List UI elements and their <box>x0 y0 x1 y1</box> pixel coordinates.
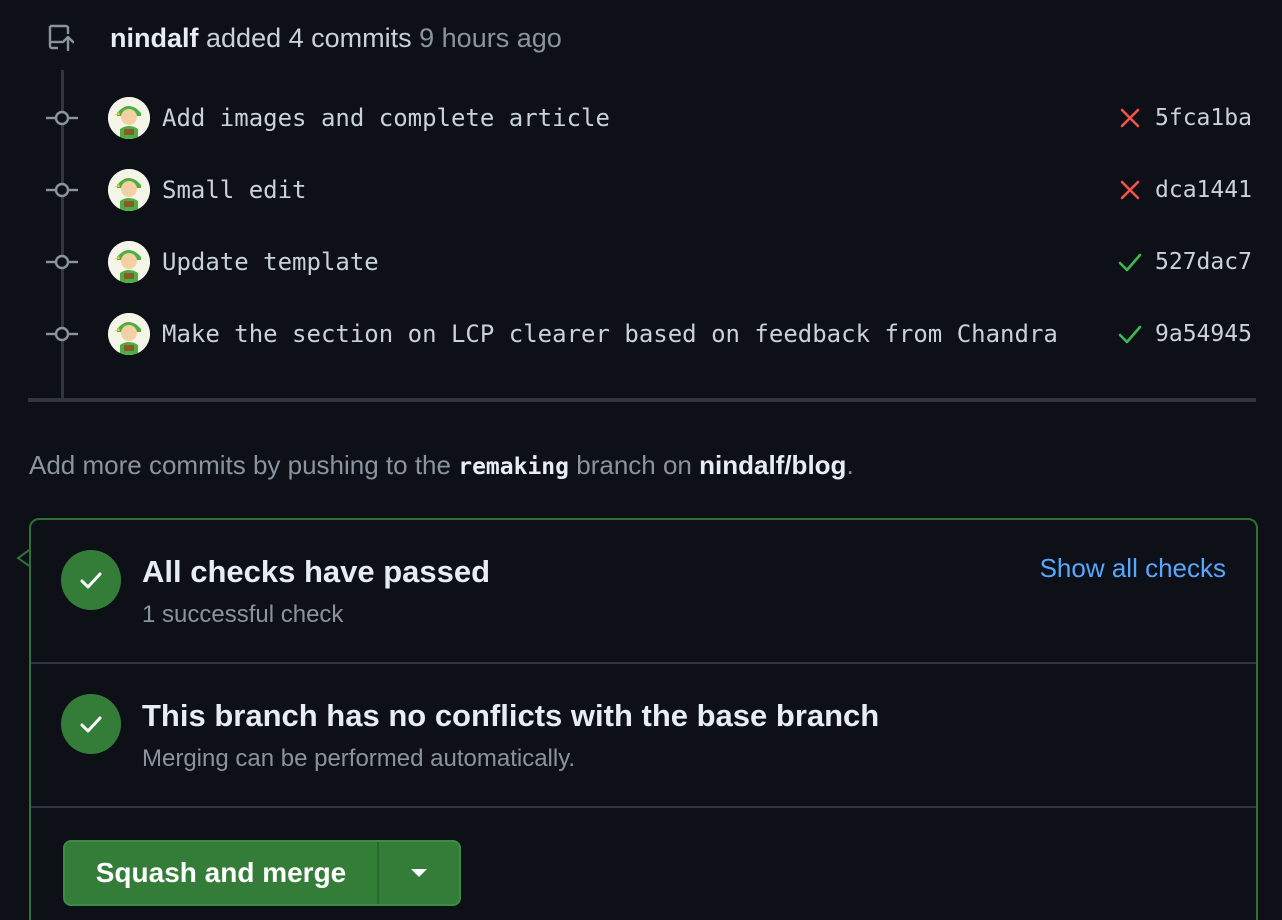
checks-title: All checks have passed <box>142 554 491 589</box>
avatar[interactable] <box>108 313 150 355</box>
event-time[interactable]: 9 hours ago <box>419 23 562 53</box>
commit-row: Add images and complete article 5fca1ba <box>0 95 1282 141</box>
squash-and-merge-button[interactable]: Squash and merge <box>65 842 377 904</box>
hint-suffix: . <box>846 450 854 480</box>
avatar-image <box>108 241 150 283</box>
conflicts-subtitle: Merging can be performed automatically. <box>142 745 576 772</box>
merge-method-dropdown[interactable] <box>377 842 459 904</box>
branch-name: remaking <box>458 454 569 480</box>
check-icon[interactable] <box>1116 248 1144 276</box>
commit-sha-link[interactable]: 5fca1ba <box>1155 103 1252 133</box>
commit-message-link[interactable]: Update template <box>162 247 379 277</box>
avatar-image <box>108 169 150 211</box>
git-commit-icon <box>46 326 78 342</box>
pull-request-timeline: nindalf added 4 commits 9 hours ago Add … <box>0 0 1282 920</box>
avatar[interactable] <box>108 97 150 139</box>
repo-link[interactable]: nindalf/blog <box>699 450 846 480</box>
commit-message-link[interactable]: Make the section on LCP clearer based on… <box>162 319 1058 349</box>
conflicts-title: This branch has no conflicts with the ba… <box>142 698 880 733</box>
check-icon <box>80 716 102 733</box>
conflicts-section: This branch has no conflicts with the ba… <box>31 664 1256 808</box>
repo-push-icon <box>48 24 75 52</box>
avatar-image <box>108 97 150 139</box>
commit-sha-link[interactable]: 9a54945 <box>1155 319 1252 349</box>
checks-status-badge <box>61 550 121 610</box>
git-commit-icon <box>46 182 78 198</box>
git-commit-icon <box>46 254 78 270</box>
hint-prefix: Add more commits by pushing to the <box>29 450 451 480</box>
check-icon[interactable] <box>1116 320 1144 348</box>
avatar[interactable] <box>108 169 150 211</box>
x-icon[interactable] <box>1116 104 1144 132</box>
caret-down-icon <box>411 869 427 877</box>
timeline-divider <box>28 398 1256 402</box>
event-action: added 4 commits <box>206 23 412 53</box>
push-hint: Add more commits by pushing to the remak… <box>29 448 854 484</box>
checks-subtitle: 1 successful check <box>142 601 344 628</box>
commit-row: Update template 527dac7 <box>0 239 1282 285</box>
commit-event-header: nindalf added 4 commits 9 hours ago <box>110 22 562 54</box>
check-icon <box>80 572 102 589</box>
commit-sha-link[interactable]: 527dac7 <box>1155 247 1252 277</box>
commit-message-link[interactable]: Small edit <box>162 175 307 205</box>
commit-sha-link[interactable]: dca1441 <box>1155 175 1252 205</box>
avatar-image <box>108 313 150 355</box>
merge-button-group: Squash and merge <box>63 840 461 906</box>
git-commit-icon <box>46 110 78 126</box>
event-actor[interactable]: nindalf <box>110 23 199 53</box>
avatar[interactable] <box>108 241 150 283</box>
commit-message-link[interactable]: Add images and complete article <box>162 103 610 133</box>
checks-section: All checks have passed 1 successful chec… <box>31 520 1256 664</box>
conflicts-status-badge <box>61 694 121 754</box>
show-all-checks-link[interactable]: Show all checks <box>1040 552 1226 584</box>
x-icon[interactable] <box>1116 176 1144 204</box>
hint-middle: branch on <box>576 450 692 480</box>
commit-row: Small edit dca1441 <box>0 167 1282 213</box>
commit-row: Make the section on LCP clearer based on… <box>0 311 1282 357</box>
merge-box: All checks have passed 1 successful chec… <box>29 518 1258 920</box>
